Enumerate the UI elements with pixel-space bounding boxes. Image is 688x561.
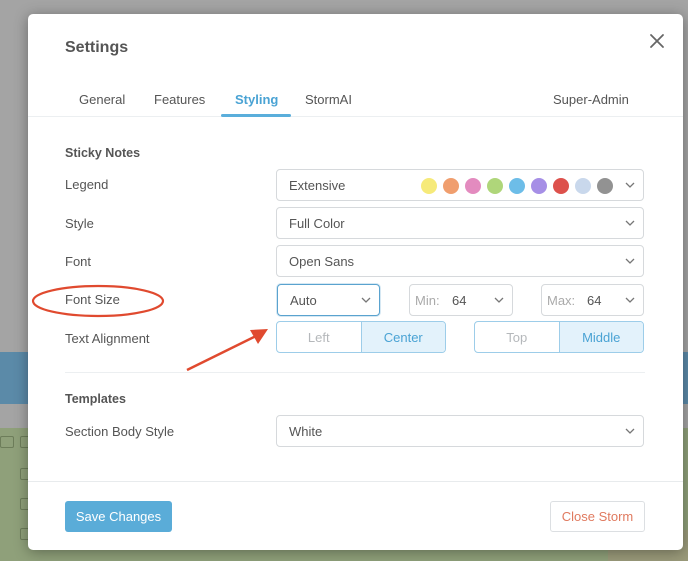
style-select[interactable]: Full Color — [276, 207, 644, 239]
legend-color-swatch — [531, 178, 547, 194]
legend-color-swatch — [487, 178, 503, 194]
font-size-value: Auto — [290, 293, 317, 308]
horizontal-alignment-toggle: Left Center — [276, 321, 446, 353]
chevron-down-icon — [625, 182, 635, 188]
min-value: 64 — [452, 293, 467, 308]
chevron-down-icon — [625, 258, 635, 264]
font-size-max-select[interactable]: Max: 64 — [541, 284, 644, 316]
font-label: Font — [65, 254, 92, 269]
background-cell — [0, 436, 14, 448]
chevron-down-icon — [625, 220, 635, 226]
section-title-templates: Templates — [65, 392, 126, 406]
text-alignment-label: Text Alignment — [65, 331, 150, 346]
settings-dialog: Settings General Features Styling StormA… — [28, 14, 683, 550]
close-icon — [650, 34, 664, 48]
align-top-button[interactable]: Top — [475, 322, 559, 352]
legend-color-swatch — [553, 178, 569, 194]
tab-features[interactable]: Features — [154, 92, 205, 107]
align-left-button[interactable]: Left — [277, 322, 361, 352]
legend-label: Legend — [65, 177, 109, 192]
chevron-down-icon — [625, 428, 635, 434]
section-divider — [65, 372, 645, 373]
legend-color-swatch — [575, 178, 591, 194]
section-body-style-value: White — [289, 424, 323, 439]
max-value: 64 — [587, 293, 602, 308]
tab-super-admin[interactable]: Super-Admin — [553, 92, 629, 107]
font-size-label: Font Size — [65, 292, 120, 307]
legend-color-swatch — [509, 178, 525, 194]
align-center-button[interactable]: Center — [360, 322, 445, 352]
tab-general[interactable]: General — [79, 92, 125, 107]
legend-color-swatch — [597, 178, 613, 194]
tab-styling[interactable]: Styling — [235, 92, 278, 107]
close-button[interactable] — [646, 30, 668, 52]
close-storm-button[interactable]: Close Storm — [550, 501, 645, 532]
section-body-style-label: Section Body Style — [65, 424, 175, 439]
min-label: Min: — [415, 293, 440, 308]
style-value: Full Color — [289, 216, 345, 231]
font-size-min-select[interactable]: Min: 64 — [409, 284, 513, 316]
align-middle-button[interactable]: Middle — [558, 322, 643, 352]
chevron-down-icon — [625, 297, 635, 303]
style-label: Style — [65, 216, 94, 231]
chevron-down-icon — [494, 297, 504, 303]
legend-color-swatch — [421, 178, 437, 194]
dialog-title: Settings — [65, 39, 129, 56]
chevron-down-icon — [361, 297, 371, 303]
save-changes-button[interactable]: Save Changes — [65, 501, 172, 532]
section-title-sticky-notes: Sticky Notes — [65, 146, 141, 160]
active-tab-indicator — [221, 114, 291, 117]
section-body-style-select[interactable]: White — [276, 415, 644, 447]
font-size-select[interactable]: Auto — [277, 284, 380, 316]
tab-stormai[interactable]: StormAI — [305, 92, 352, 107]
footer-divider — [28, 481, 683, 482]
legend-color-swatch — [443, 178, 459, 194]
tab-bar: General Features Styling StormAI Super-A… — [28, 84, 683, 117]
max-label: Max: — [547, 293, 576, 308]
legend-value: Extensive — [289, 178, 346, 193]
legend-color-swatch — [465, 178, 481, 194]
font-value: Open Sans — [289, 254, 355, 269]
vertical-alignment-toggle: Top Middle — [474, 321, 644, 353]
legend-swatches — [421, 178, 613, 194]
legend-select[interactable]: Extensive — [276, 169, 644, 201]
font-select[interactable]: Open Sans — [276, 245, 644, 277]
